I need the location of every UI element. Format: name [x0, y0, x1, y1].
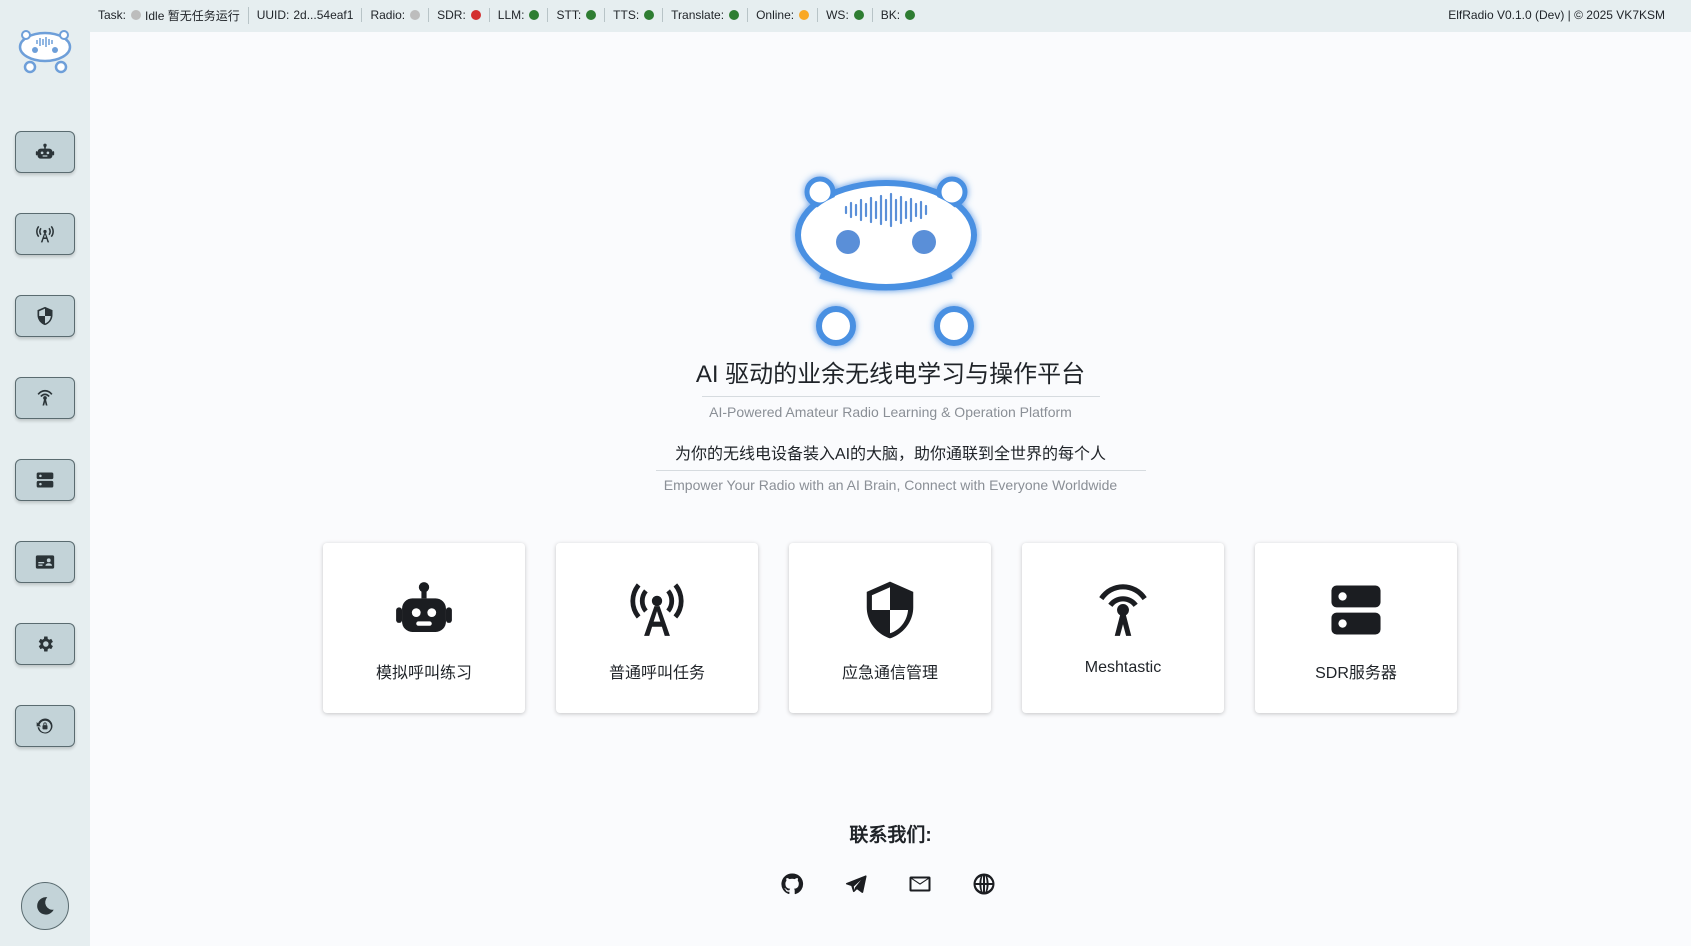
status-sdr-label: SDR: — [437, 8, 466, 22]
title-divider — [702, 396, 1100, 397]
status-llm-label: LLM: — [497, 8, 525, 22]
sidebar-item-simulated-call[interactable] — [15, 131, 75, 173]
status-ws-dot — [853, 10, 864, 20]
hero-logo-icon — [795, 176, 977, 346]
moon-icon — [37, 897, 54, 915]
page-title: AI 驱动的业余无线电学习与操作平台 — [695, 361, 1086, 388]
status-stt: STT: — [548, 8, 606, 22]
status-translate: Translate: — [663, 8, 749, 22]
restore-icon — [36, 718, 53, 734]
sidebar-item-profile[interactable] — [15, 541, 75, 583]
status-task-value: Idle 暂无任务运行 — [145, 8, 240, 23]
telegram-icon[interactable] — [844, 872, 868, 896]
status-online: Online: — [748, 8, 819, 22]
card-label: 模拟呼叫练习 — [375, 665, 472, 682]
status-radio-label: Radio: — [370, 8, 406, 22]
shield-icon — [37, 306, 53, 326]
status-llm: LLM: — [490, 8, 549, 22]
version-text: ElfRadio V0.1.0 (Dev) | © 2025 VK7KSM — [1448, 8, 1665, 22]
sidebar — [0, 0, 90, 946]
broadcast-tower-icon — [626, 579, 688, 641]
app-logo-icon[interactable] — [17, 28, 73, 74]
status-tts-label: TTS: — [613, 8, 640, 22]
status-task: Task: Idle 暂无任务运行 — [90, 6, 249, 24]
sidebar-item-emergency[interactable] — [15, 295, 75, 337]
status-uuid-label: UUID: — [256, 8, 290, 22]
status-uuid: UUID: 2d...54eaf1 — [249, 8, 363, 22]
status-stt-dot — [586, 10, 597, 20]
robot-icon — [393, 579, 455, 641]
card-sdr-server[interactable]: SDR服务器 — [1255, 543, 1457, 713]
page-subtitle: AI-Powered Amateur Radio Learning & Oper… — [709, 404, 1072, 420]
globe-icon[interactable] — [972, 872, 996, 896]
shield-icon — [859, 579, 921, 641]
github-icon[interactable] — [780, 872, 804, 896]
meshtastic-icon — [1092, 579, 1154, 641]
sidebar-item-restore[interactable] — [15, 705, 75, 747]
server-icon — [36, 472, 54, 488]
status-bk-dot — [905, 10, 916, 20]
sidebar-item-meshtastic[interactable] — [15, 377, 75, 419]
card-emergency[interactable]: 应急通信管理 — [789, 543, 991, 713]
broadcast-tower-icon — [36, 225, 54, 243]
contact-links — [780, 872, 996, 896]
card-label: Meshtastic — [1084, 659, 1162, 676]
mail-icon[interactable] — [908, 872, 932, 896]
card-general-call[interactable]: 普通呼叫任务 — [556, 543, 758, 713]
card-simulated-call[interactable]: 模拟呼叫练习 — [323, 543, 525, 713]
status-tts-dot — [644, 10, 655, 20]
id-card-icon — [35, 555, 55, 569]
theme-toggle-button[interactable] — [21, 882, 69, 930]
slogan-text: 为你的无线电设备装入AI的大脑，助你通联到全世界的每个人 — [674, 446, 1107, 463]
status-task-label: Task: — [98, 8, 127, 22]
status-radio-dot — [410, 10, 421, 20]
status-online-dot — [799, 10, 810, 20]
status-radio: Radio: — [362, 8, 430, 22]
card-meshtastic[interactable]: Meshtastic — [1022, 543, 1224, 713]
server-icon — [1325, 579, 1387, 641]
status-sdr: SDR: — [429, 8, 490, 22]
status-sdr-dot — [470, 10, 481, 20]
meshtastic-icon — [37, 389, 53, 406]
status-uuid-value: 2d...54eaf1 — [293, 8, 354, 22]
status-ws-label: WS: — [826, 8, 849, 22]
robot-icon — [35, 143, 55, 159]
status-ws: WS: — [818, 8, 873, 22]
card-label: 应急通信管理 — [841, 665, 938, 682]
status-tts: TTS: — [605, 8, 664, 22]
slogan-text-en: Empower Your Radio with an AI Brain, Con… — [663, 477, 1118, 493]
status-bk: BK: — [873, 8, 923, 22]
status-task-dot — [131, 10, 142, 20]
status-llm-dot — [529, 10, 540, 20]
status-translate-label: Translate: — [671, 8, 725, 22]
status-stt-label: STT: — [556, 8, 582, 22]
sidebar-item-settings[interactable] — [15, 623, 75, 665]
sidebar-item-sdr-server[interactable] — [15, 459, 75, 501]
sidebar-item-general-call[interactable] — [15, 213, 75, 255]
main-content: AI 驱动的业余无线电学习与操作平台 AI-Powered Amateur Ra… — [90, 32, 1691, 946]
contact-title: 联系我们: — [849, 825, 932, 846]
status-online-label: Online: — [756, 8, 795, 22]
slogan-divider — [656, 470, 1146, 471]
status-bk-label: BK: — [880, 8, 901, 22]
feature-cards: 模拟呼叫练习 普通呼叫任务 应急通信管理 Meshtastic SDR服务器 — [323, 543, 1457, 713]
card-label: SDR服务器 — [1315, 665, 1397, 682]
gear-icon — [38, 636, 53, 652]
card-label: 普通呼叫任务 — [608, 665, 705, 682]
status-translate-dot — [729, 10, 740, 20]
